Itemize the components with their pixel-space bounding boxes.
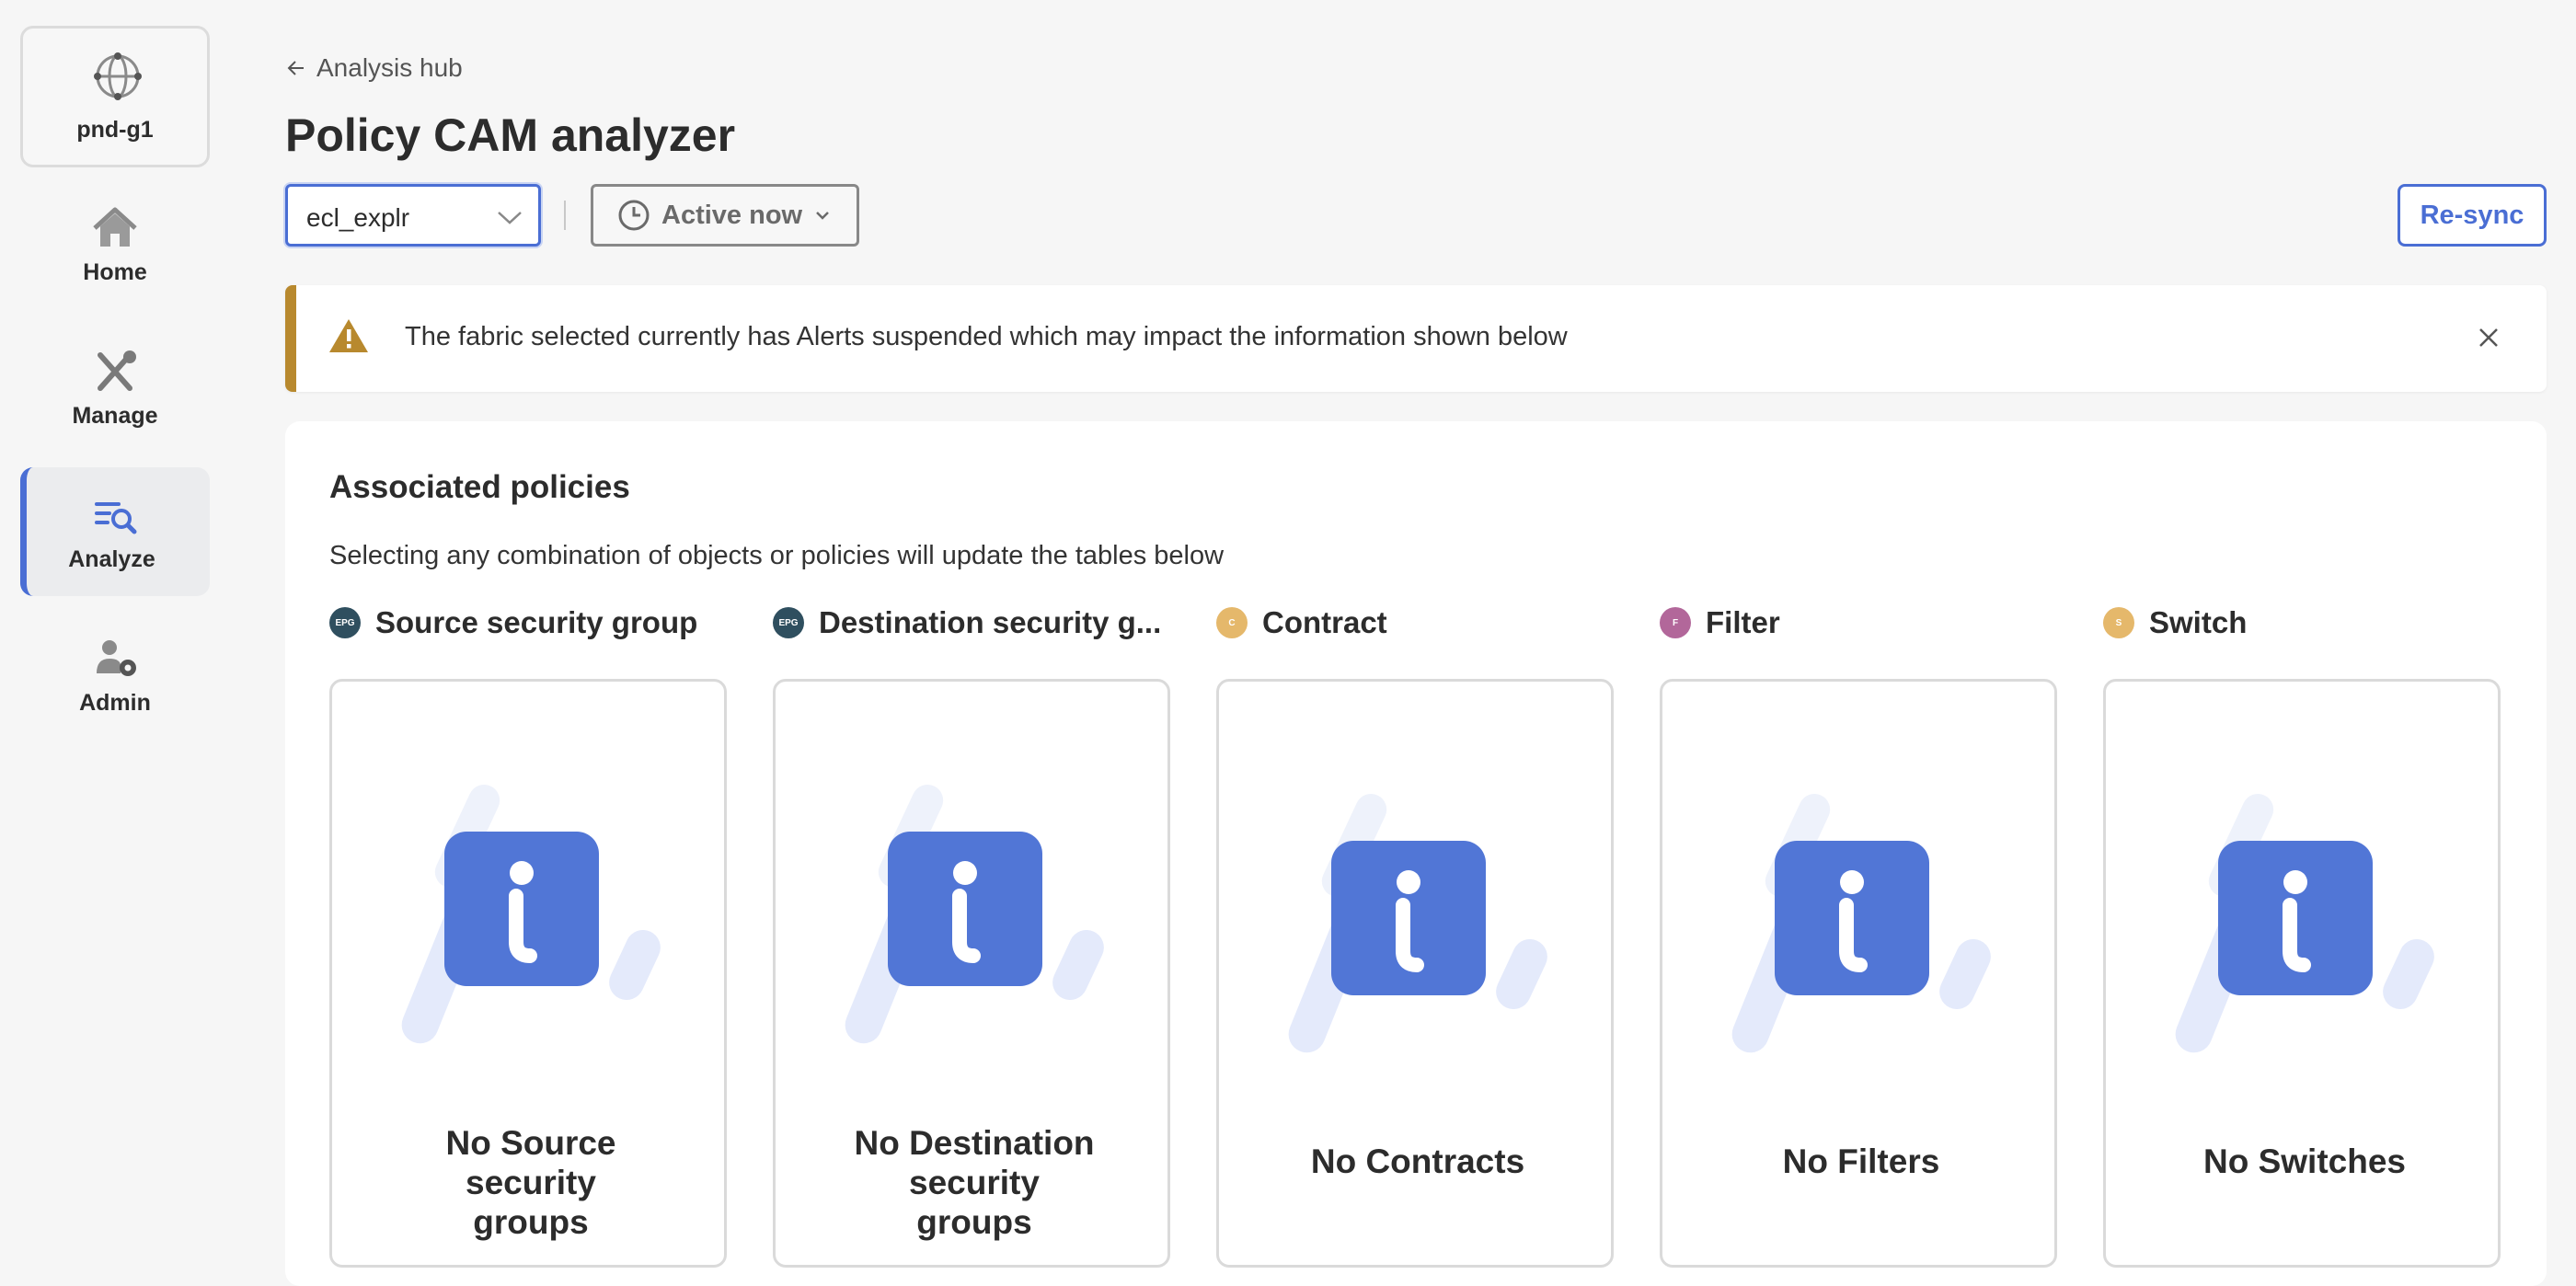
column-title: Switch	[2149, 605, 2248, 639]
empty-state-text: No Source security groups	[351, 1123, 711, 1242]
nav-label-analyze: Analyze	[68, 546, 155, 572]
empty-state-card-filter: No Filters	[1660, 679, 2057, 1268]
nav-item-admin[interactable]: Admin	[20, 611, 210, 740]
nav-label-manage: Manage	[72, 403, 158, 429]
empty-state-line: No Filters	[1782, 1142, 1940, 1180]
empty-state-line: No Switches	[2203, 1142, 2406, 1180]
column-header-destination-security-group: EPG Destination security g...	[773, 605, 1161, 640]
toolbar-divider	[564, 201, 566, 230]
filter-badge-icon: F	[1660, 607, 1691, 638]
column-header-contract: C Contract	[1216, 605, 1387, 640]
info-icon	[1731, 794, 1991, 1053]
empty-state-card-source-security-group: No Source security groups	[329, 679, 727, 1268]
fabric-selector[interactable]: pnd-g1	[20, 26, 210, 167]
fabric-dropdown-value: ecl_explr	[306, 203, 410, 232]
time-range-label: Active now	[661, 200, 803, 230]
contract-badge-icon: C	[1216, 607, 1248, 638]
nav-label-home: Home	[83, 259, 147, 285]
chevron-down-icon	[498, 212, 522, 224]
column-header-source-security-group: EPG Source security group	[329, 605, 697, 640]
page-title: Policy CAM analyzer	[285, 109, 736, 161]
home-icon	[93, 207, 137, 247]
nav-label-admin: Admin	[79, 690, 151, 716]
empty-state-card-contract: No Contracts	[1216, 679, 1614, 1268]
empty-state-line: No Contracts	[1310, 1142, 1525, 1180]
info-icon	[1288, 794, 1547, 1053]
empty-state-card-destination-security-group: No Destination security groups	[773, 679, 1170, 1268]
analyze-icon	[95, 502, 137, 534]
empty-state-line: security	[466, 1164, 596, 1201]
resync-button[interactable]: Re-sync	[2398, 184, 2547, 247]
alert-banner: The fabric selected currently has Alerts…	[285, 285, 2547, 392]
empty-state-line: No Destination	[854, 1124, 1095, 1162]
sidebar: pnd-g1 Home Manage Analyze Admin	[0, 0, 230, 1266]
section-subtitle: Selecting any combination of objects or …	[329, 541, 1225, 570]
column-title: Destination security g...	[819, 605, 1162, 639]
column-header-switch: S Switch	[2103, 605, 2247, 640]
column-title: Filter	[1706, 605, 1780, 639]
fabric-globe-icon	[94, 52, 142, 100]
associated-policies-panel: Associated policies Selecting any combin…	[285, 421, 2547, 1286]
column-title: Source security group	[375, 605, 698, 639]
section-title: Associated policies	[329, 469, 630, 505]
time-range-button[interactable]: Active now	[591, 184, 859, 247]
info-icon	[2175, 794, 2434, 1053]
column-title: Contract	[1262, 605, 1387, 639]
empty-state-line: groups	[916, 1203, 1032, 1241]
empty-state-card-switch: No Switches	[2103, 679, 2501, 1268]
warning-icon	[329, 319, 368, 352]
alert-message: The fabric selected currently has Alerts…	[405, 322, 1568, 351]
empty-state-text: No Destination security groups	[794, 1123, 1155, 1242]
fabric-label: pnd-g1	[76, 117, 154, 143]
empty-state-line: No Source	[445, 1124, 616, 1162]
column-header-filter: F Filter	[1660, 605, 1780, 640]
arrow-left-icon	[287, 61, 304, 75]
empty-state-line: security	[909, 1164, 1040, 1201]
close-icon[interactable]	[2475, 324, 2502, 351]
destination-security-group-badge-icon: EPG	[773, 607, 804, 638]
nav-item-manage[interactable]: Manage	[20, 324, 210, 453]
clock-icon	[618, 200, 650, 231]
nav-item-home[interactable]: Home	[20, 180, 210, 309]
nav-item-analyze[interactable]: Analyze	[20, 467, 210, 596]
empty-state-text: No Switches	[2124, 1142, 2485, 1181]
empty-state-text: No Filters	[1681, 1142, 2041, 1181]
source-security-group-badge-icon: EPG	[329, 607, 361, 638]
info-icon	[401, 785, 661, 1044]
back-link-analysis-hub[interactable]: Analysis hub	[285, 53, 463, 83]
empty-state-line: groups	[473, 1203, 589, 1241]
switch-badge-icon: S	[2103, 607, 2134, 638]
fabric-dropdown[interactable]: ecl_explr	[285, 184, 541, 247]
empty-state-text: No Contracts	[1237, 1142, 1598, 1181]
chevron-down-icon	[816, 212, 829, 220]
admin-gear-icon	[97, 640, 136, 676]
tools-icon	[98, 350, 136, 391]
back-label: Analysis hub	[316, 53, 463, 82]
info-icon	[845, 785, 1104, 1044]
